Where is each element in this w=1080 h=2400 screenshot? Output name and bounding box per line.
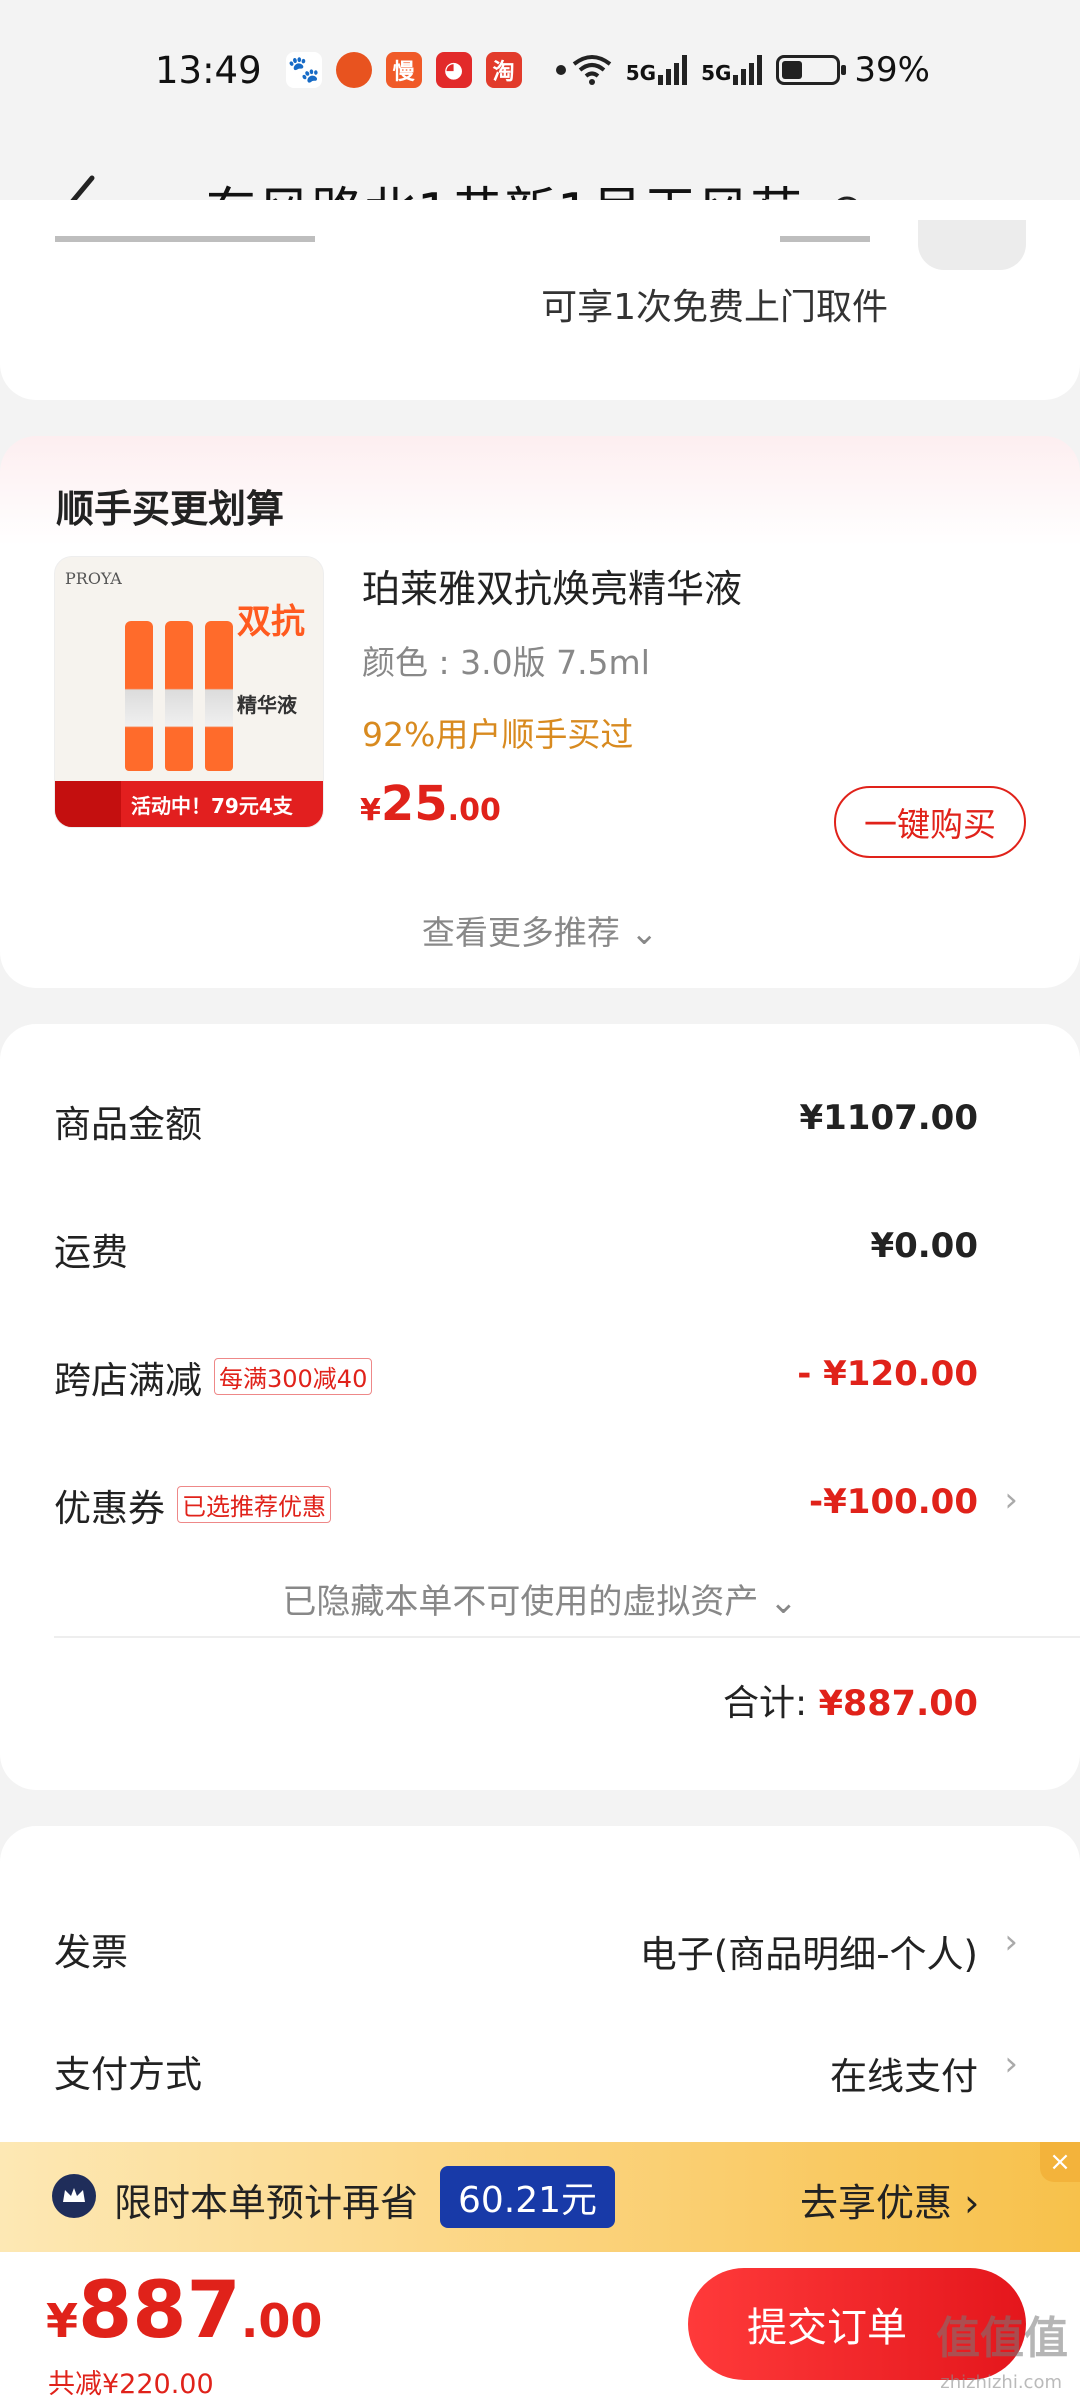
more-notifications-dot (555, 65, 566, 75)
sohu-icon: 慢 (385, 52, 422, 88)
coupon-value[interactable]: -¥100.00 (809, 1482, 978, 1522)
chevron-right-icon[interactable]: › (1004, 1480, 1018, 1520)
subtotal-label: 商品金额 (54, 1103, 202, 1146)
status-bar: 13:49 🐾 慢 ◕ 淘 5G 5G 39% (0, 0, 1080, 140)
scrolled-text-fragment (780, 236, 870, 242)
price-integer: 25 (380, 776, 448, 832)
divider (54, 1636, 1080, 1638)
checkout-bottom-bar: ¥887.00 共减¥220.00 提交订单 (0, 2252, 1080, 2400)
taobao-icon: 淘 (485, 52, 522, 88)
invoice-value[interactable]: 电子(商品明细-个人) (640, 1924, 978, 1978)
product-spec: 颜色 : 3.0版 7.5ml (362, 643, 650, 682)
savings-promo-banner[interactable]: 限时本单预计再省 60.21元 去享优惠 › × (0, 2142, 1080, 2252)
hidden-assets-label: 已隐藏本单不可使用的虚拟资产 (282, 1582, 759, 1622)
chevron-right-icon[interactable]: › (1004, 1922, 1018, 1962)
cross-store-discount-row: 跨店满减 每满300减40 (54, 1350, 373, 1404)
discount-rule-badge: 每满300减40 (214, 1358, 373, 1395)
scrolled-text-fragment (55, 236, 315, 242)
product-image-banner: 活动中！79元4支 (55, 781, 323, 827)
signal-icon-1: 5G (625, 55, 688, 85)
price-symbol: ¥ (360, 793, 381, 828)
free-pickup-note: 可享1次免费上门取件 (541, 287, 888, 328)
payment-method-label: 支付方式 (54, 2053, 202, 2096)
watermark-logo: 值值值 (936, 2313, 1068, 2364)
recommend-card: 顺手买更划算 PROYA 双抗 精华液 活动中！79元4支 珀莱雅双抗焕亮精华液… (0, 436, 1080, 988)
product-name[interactable]: 珀莱雅双抗焕亮精华液 (362, 558, 742, 613)
product-image-title: 双抗 (237, 602, 305, 642)
status-indicators: 5G 5G 39% (572, 50, 930, 90)
product-tube (205, 621, 233, 771)
app-icon-orange (335, 52, 372, 88)
product-tube (165, 621, 193, 771)
battery-percent: 39% (854, 50, 930, 90)
shipping-label: 运费 (54, 1231, 128, 1274)
see-more-label: 查看更多推荐 (421, 913, 620, 952)
toggle-switch[interactable] (918, 220, 1026, 270)
coupon-label: 优惠券 (54, 1487, 165, 1530)
watermark-url: zhizhizhi.com (940, 2372, 1062, 2393)
see-more-recommendations[interactable]: 查看更多推荐 ⌄ (0, 906, 1080, 954)
final-price: ¥887.00 (46, 2266, 322, 2356)
final-price-integer: 887 (78, 2266, 241, 2356)
checkout-page: 13:49 🐾 慢 ◕ 淘 5G 5G 39% 可享1次免费上门取件 顺手买更划… (0, 0, 1080, 2400)
chevron-down-icon: ⌄ (630, 913, 659, 952)
baidu-icon: 🐾 (285, 52, 322, 88)
coupon-badge: 已选推荐优惠 (177, 1486, 331, 1523)
signal-icon-2: 5G (701, 55, 763, 85)
wifi-icon (572, 55, 611, 85)
product-image-banner-text: 活动中！79元4支 (131, 793, 293, 818)
product-stat: 92%用户顺手买过 (362, 715, 634, 754)
jd-icon: ◕ (435, 52, 472, 88)
total-saved: 共减¥220.00 (48, 2369, 214, 2400)
claim-discount-label: 去享优惠 (800, 2181, 953, 2225)
invoice-payment-card: 发票 电子(商品明细-个人) › 支付方式 在线支付 › (0, 1826, 1080, 2156)
coupon-row[interactable]: 优惠券 已选推荐优惠 (54, 1478, 331, 1532)
cross-store-discount-label: 跨店满减 (54, 1359, 202, 1402)
one-click-buy-button[interactable]: 一键购买 (834, 786, 1026, 858)
chevron-right-icon: › (964, 2181, 980, 2225)
hidden-assets-toggle[interactable]: 已隐藏本单不可使用的虚拟资产 ⌄ (0, 1574, 1080, 1623)
product-image-brand: PROYA (65, 569, 122, 588)
promo-text: 限时本单预计再省 (114, 2181, 419, 2225)
product-tube (125, 621, 153, 771)
product-image-subtitle: 精华液 (237, 693, 297, 717)
order-summary-card: 商品金额 ¥1107.00 运费 ¥0.00 跨店满减 每满300减40 - ¥1… (0, 1024, 1080, 1790)
network-type-2: 5G (701, 61, 732, 85)
subtotal-value: ¥1107.00 (799, 1098, 978, 1138)
payment-method-value[interactable]: 在线支付 (830, 2046, 978, 2100)
chevron-right-icon[interactable]: › (1004, 2044, 1018, 2084)
return-shipping-card: 可享1次免费上门取件 (0, 200, 1080, 400)
product-image[interactable]: PROYA 双抗 精华液 活动中！79元4支 (54, 556, 324, 828)
final-price-symbol: ¥ (46, 2294, 79, 2348)
order-total: 合计: ¥887.00 (723, 1674, 978, 1726)
total-label: 合计: (722, 1683, 808, 1724)
promo-amount-badge: 60.21元 (440, 2166, 616, 2228)
final-price-decimal: .00 (240, 2294, 323, 2348)
chevron-down-icon: ⌄ (769, 1582, 798, 1622)
battery-icon (776, 55, 847, 85)
total-value: ¥887.00 (818, 1684, 978, 1724)
product-price: ¥25.00 (360, 776, 501, 832)
claim-discount-link[interactable]: 去享优惠 › (800, 2172, 979, 2227)
crown-badge-icon (52, 2174, 96, 2218)
price-tag-icon (55, 781, 121, 827)
network-type-1: 5G (625, 61, 657, 85)
shipping-value: ¥0.00 (870, 1226, 978, 1266)
cross-store-discount-value: - ¥120.00 (797, 1354, 978, 1394)
section-title: 顺手买更划算 (56, 487, 285, 531)
close-icon[interactable]: × (1040, 2142, 1080, 2182)
invoice-label: 发票 (54, 1931, 128, 1974)
price-decimal: .00 (447, 793, 501, 828)
status-time: 13:49 (155, 48, 262, 92)
